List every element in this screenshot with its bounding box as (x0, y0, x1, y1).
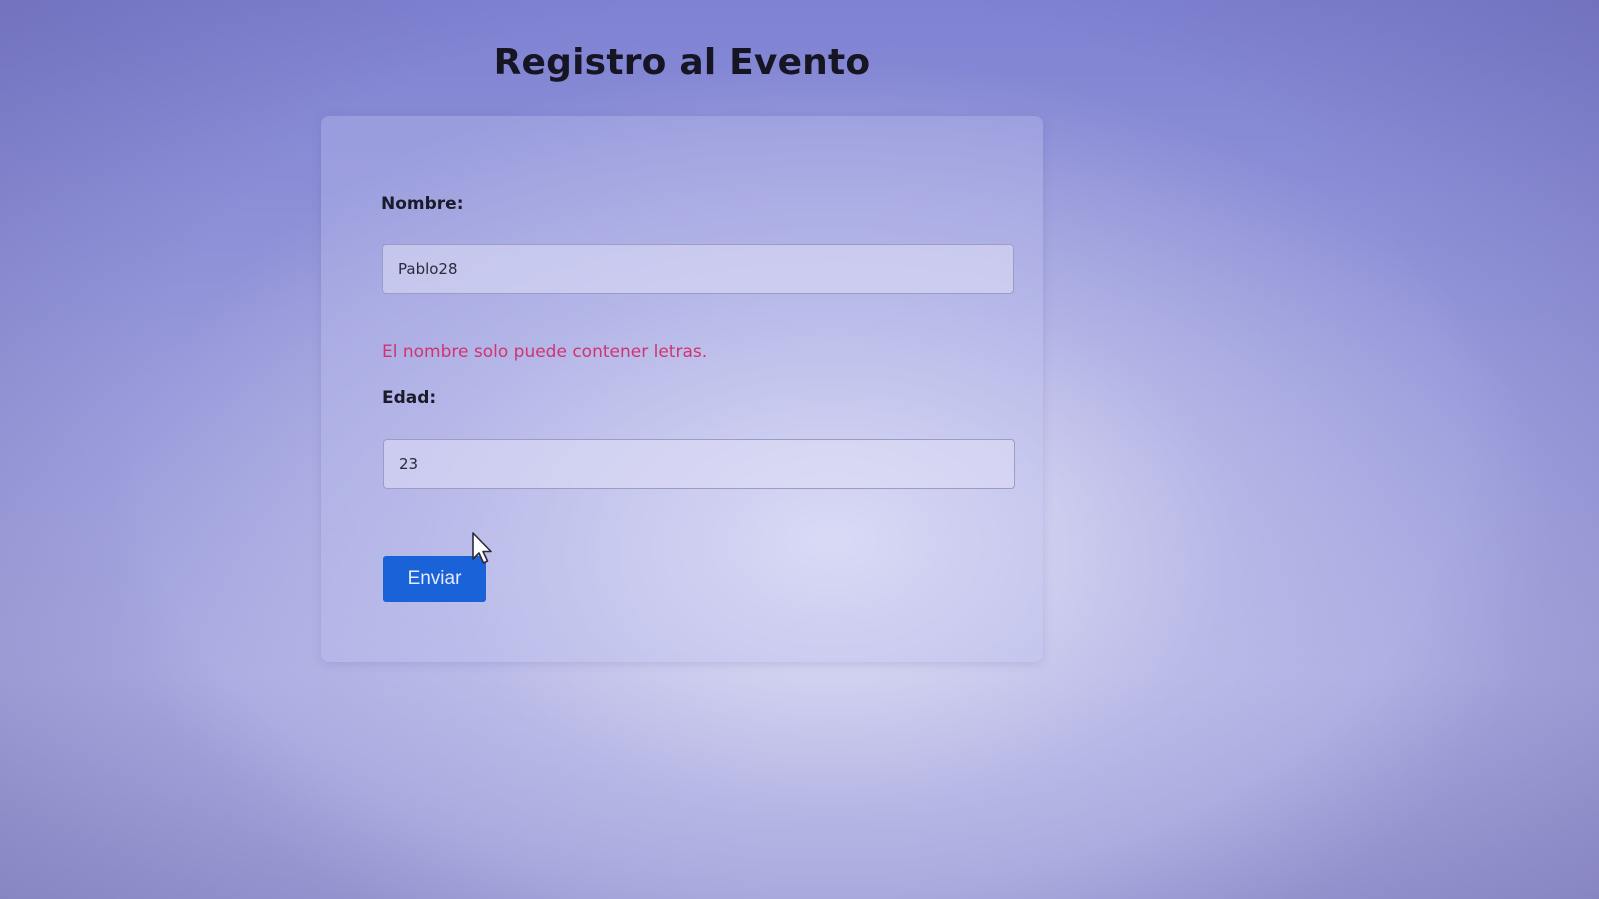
name-label: Nombre: (381, 194, 464, 214)
page-title: Registro al Evento (493, 42, 871, 83)
name-error-message: El nombre solo puede contener letras. (382, 342, 708, 362)
registration-form: Nombre: El nombre solo puede contener le… (321, 116, 1043, 662)
mouse-cursor-icon (472, 532, 492, 564)
age-input[interactable] (383, 439, 1015, 489)
age-label: Edad: (382, 388, 437, 408)
name-input[interactable] (382, 244, 1014, 294)
